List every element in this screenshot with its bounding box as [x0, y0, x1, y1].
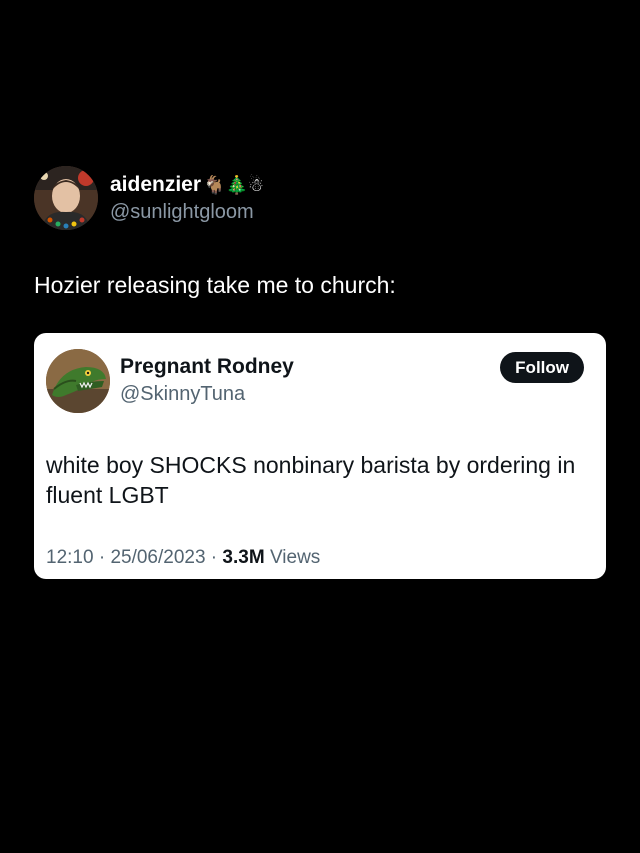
views-label: Views	[269, 547, 321, 568]
display-name-text: aidenzier	[110, 172, 202, 196]
quoted-tweet-card[interactable]: Pregnant Rodney @SkinnyTuna Follow white…	[34, 333, 606, 579]
avatar[interactable]	[34, 166, 98, 230]
meta-separator-2: ·	[205, 547, 223, 568]
user-handle[interactable]: @sunlightgloom	[110, 199, 264, 225]
quoted-avatar[interactable]	[46, 349, 110, 413]
follow-button[interactable]: Follow	[500, 352, 584, 383]
outer-tweet-header: aidenzier 🐐🎄☃ @sunlightgloom	[34, 166, 264, 230]
quoted-user-handle[interactable]: @SkinnyTuna	[120, 381, 294, 407]
name-emojis: 🐐🎄☃	[203, 174, 265, 196]
tweet-date[interactable]: 25/06/2023	[110, 547, 205, 568]
tweet-time[interactable]: 12:10	[46, 547, 94, 568]
quoted-display-name[interactable]: Pregnant Rodney	[120, 353, 294, 381]
display-name[interactable]: aidenzier 🐐🎄☃	[110, 172, 264, 199]
tweet-text: Hozier releasing take me to church:	[34, 272, 396, 298]
tweet-meta: 12:10 · 25/06/2023 · 3.3M Views	[46, 546, 320, 570]
views-count[interactable]: 3.3M	[222, 547, 264, 568]
meta-separator: ·	[93, 547, 111, 568]
quoted-tweet-text: white boy SHOCKS nonbinary barista by or…	[46, 452, 576, 508]
